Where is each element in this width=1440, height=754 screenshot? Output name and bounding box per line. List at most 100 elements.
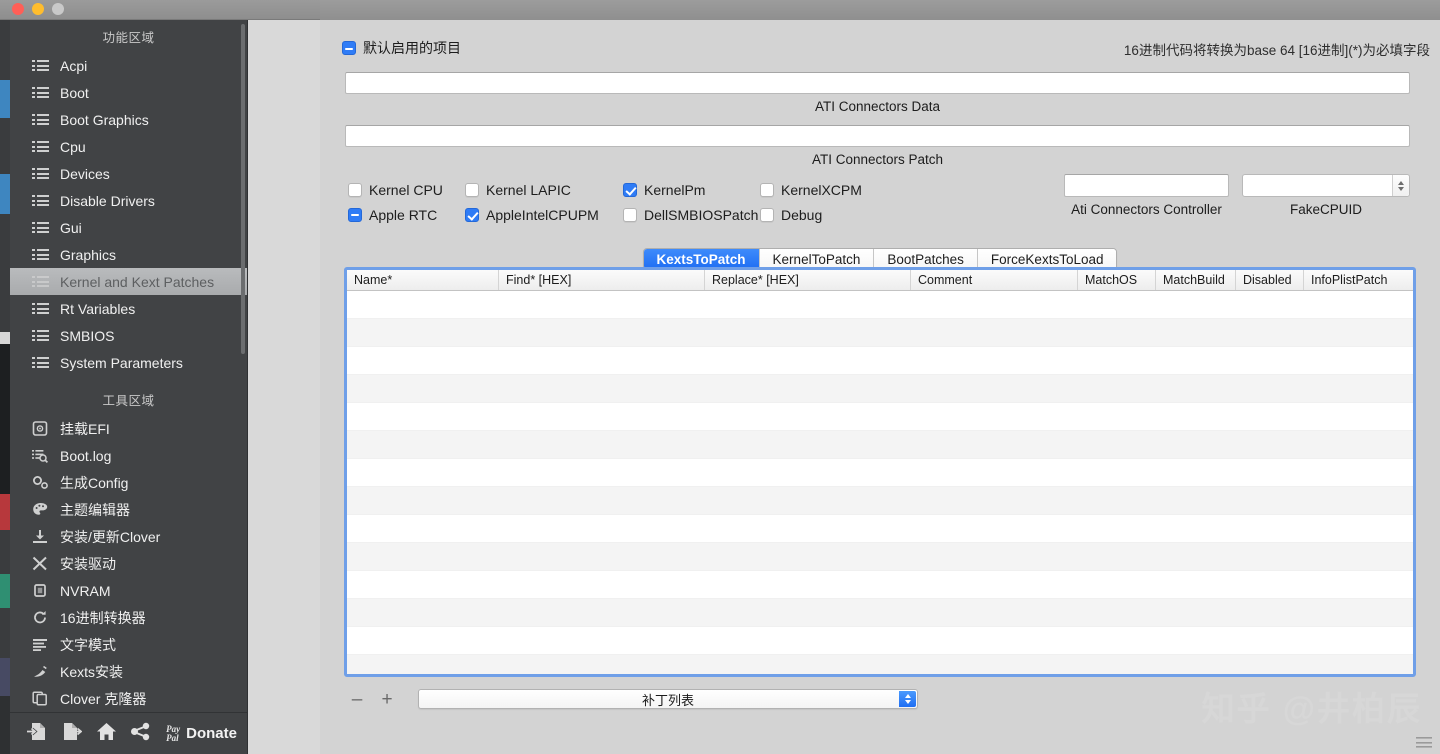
donate-button[interactable]: Pay Pal Donate [166,724,237,743]
sidebar-tool-install-update-clover[interactable]: 安装/更新Clover [10,523,247,550]
column-header-disabled[interactable]: Disabled [1236,270,1304,290]
tab-bootpatches[interactable]: BootPatches [873,249,977,269]
fake-cpuid-input[interactable] [1242,174,1410,197]
table-bottom-toolbar: – + 补丁列表 [344,684,1416,714]
sidebar-tool-theme-editor[interactable]: 主题编辑器 [10,496,247,523]
sidebar-item-acpi[interactable]: Acpi [10,52,247,79]
checkbox-apple-rtc[interactable]: Apple RTC [348,207,465,223]
sidebar-item-system-parameters[interactable]: System Parameters [10,349,247,376]
chevron-updown-icon[interactable] [899,691,916,707]
sidebar-tools-header: 工具区域 [102,394,155,408]
checkbox-kernel-cpu[interactable]: Kernel CPU [348,182,465,198]
sidebar-item-devices[interactable]: Devices [10,160,247,187]
default-enabled-checkbox[interactable]: 默认启用的项目 [342,38,461,58]
column-header-matchbuild[interactable]: MatchBuild [1156,270,1236,290]
table-row[interactable] [347,431,1413,459]
checkbox-kernelxcpm[interactable]: KernelXCPM [760,182,910,198]
checkbox-kernel-lapic[interactable]: Kernel LAPIC [465,182,623,198]
column-header-infoplistpatch[interactable]: InfoPlistPatch [1304,270,1409,290]
window-traffic-lights[interactable] [12,3,64,15]
remove-row-button[interactable]: – [344,688,370,710]
fake-cpuid-stepper[interactable] [1392,175,1409,196]
checkbox-dellsmbiospatch[interactable]: DellSMBIOSPatch [623,207,760,223]
table-row[interactable] [347,375,1413,403]
copy-icon [32,691,49,706]
checkbox-label: Kernel CPU [369,181,443,198]
ati-connectors-patch-group: ATI Connectors Patch [345,125,1410,167]
column-header-matchos[interactable]: MatchOS [1078,270,1156,290]
column-header-name[interactable]: Name* [347,270,499,290]
sidebar-tool-kexts-install[interactable]: Kexts安装 [10,658,247,685]
list-icon [32,85,49,100]
sidebar-tool-hex-converter[interactable]: 16进制转换器 [10,604,247,631]
import-button[interactable] [20,714,55,754]
ati-connectors-data-input[interactable] [345,72,1410,94]
sidebar-tool-mount-efi[interactable]: 挂载EFI [10,415,247,442]
ati-connectors-patch-input[interactable] [345,125,1410,147]
table-row[interactable] [347,627,1413,655]
sidebar-item-boot[interactable]: Boot [10,79,247,106]
table-row[interactable] [347,459,1413,487]
list-icon [32,247,49,262]
zoom-button[interactable] [52,3,64,15]
home-button[interactable] [89,714,124,754]
tab-forcekextstoload[interactable]: ForceKextsToLoad [976,249,1117,269]
checkbox-mixed-icon[interactable] [342,41,356,55]
sidebar-item-disable-drivers[interactable]: Disable Drivers [10,187,247,214]
checkbox-checked-icon[interactable] [623,182,637,197]
sidebar-scrollbar[interactable] [241,24,245,354]
table-row[interactable] [347,515,1413,543]
column-header-replace[interactable]: Replace* [HEX] [705,270,911,290]
table-row[interactable] [347,571,1413,599]
sidebar-tool-generate-config[interactable]: 生成Config [10,469,247,496]
sidebar-tool-boot-log[interactable]: Boot.log [10,442,247,469]
table-row[interactable] [347,543,1413,571]
sidebar-tool-nvram[interactable]: NVRAM [10,577,247,604]
tab-kextstopatch[interactable]: KextsToPatch [643,249,759,269]
sidebar-tool-install-drivers[interactable]: 安装驱动 [10,550,247,577]
table-body[interactable] [347,291,1413,674]
checkbox-off-icon[interactable] [348,182,362,197]
ati-connectors-controller-input[interactable] [1064,174,1229,197]
table-row[interactable] [347,403,1413,431]
export-button[interactable] [55,714,90,754]
sidebar-tool-clover-cloner[interactable]: Clover 克隆器 [10,685,247,712]
checkbox-debug[interactable]: Debug [760,207,910,223]
checkbox-checked-icon[interactable] [465,207,479,222]
checkbox-off-icon[interactable] [465,182,479,197]
patch-table[interactable]: Name* Find* [HEX] Replace* [HEX] Comment… [344,267,1416,677]
checkbox-off-icon[interactable] [623,207,637,222]
patch-list-dropdown[interactable]: 补丁列表 [418,689,918,709]
sidebar-tool-text-mode[interactable]: 文字模式 [10,631,247,658]
close-button[interactable] [12,3,24,15]
checkbox-off-icon[interactable] [760,207,774,222]
add-row-button[interactable]: + [374,688,400,710]
table-row[interactable] [347,487,1413,515]
sidebar-item-smbios[interactable]: SMBIOS [10,322,247,349]
sidebar-item-kernel-and-kext-patches[interactable]: Kernel and Kext Patches [10,268,247,295]
sidebar-item-boot-graphics[interactable]: Boot Graphics [10,106,247,133]
table-row[interactable] [347,291,1413,319]
checkbox-off-icon[interactable] [760,182,774,197]
stepper-down-icon[interactable] [1398,186,1404,191]
tab-kerneltopatch[interactable]: KernelToPatch [758,249,874,269]
column-header-find[interactable]: Find* [HEX] [499,270,705,290]
sidebar-functions-header: 功能区域 [102,31,155,45]
minimize-button[interactable] [32,3,44,15]
share-button[interactable] [124,714,159,754]
sidebar-item-rt-variables[interactable]: Rt Variables [10,295,247,322]
table-row[interactable] [347,347,1413,375]
table-row[interactable] [347,319,1413,347]
sidebar-item-graphics[interactable]: Graphics [10,241,247,268]
table-row[interactable] [347,655,1413,674]
sidebar-item-gui[interactable]: Gui [10,214,247,241]
sidebar-scroll-area[interactable]: 功能区域 Acpi Boot Boot Graphics Cpu Devices [10,20,247,712]
checkbox-mixed-icon[interactable] [348,207,362,222]
sidebar-item-cpu[interactable]: Cpu [10,133,247,160]
menu-icon[interactable] [1416,737,1432,748]
checkbox-appleintelcpupm[interactable]: AppleIntelCPUPM [465,207,623,223]
stepper-up-icon[interactable] [1398,180,1404,185]
checkbox-kernelpm[interactable]: KernelPm [623,182,760,198]
table-row[interactable] [347,599,1413,627]
column-header-comment[interactable]: Comment [911,270,1078,290]
